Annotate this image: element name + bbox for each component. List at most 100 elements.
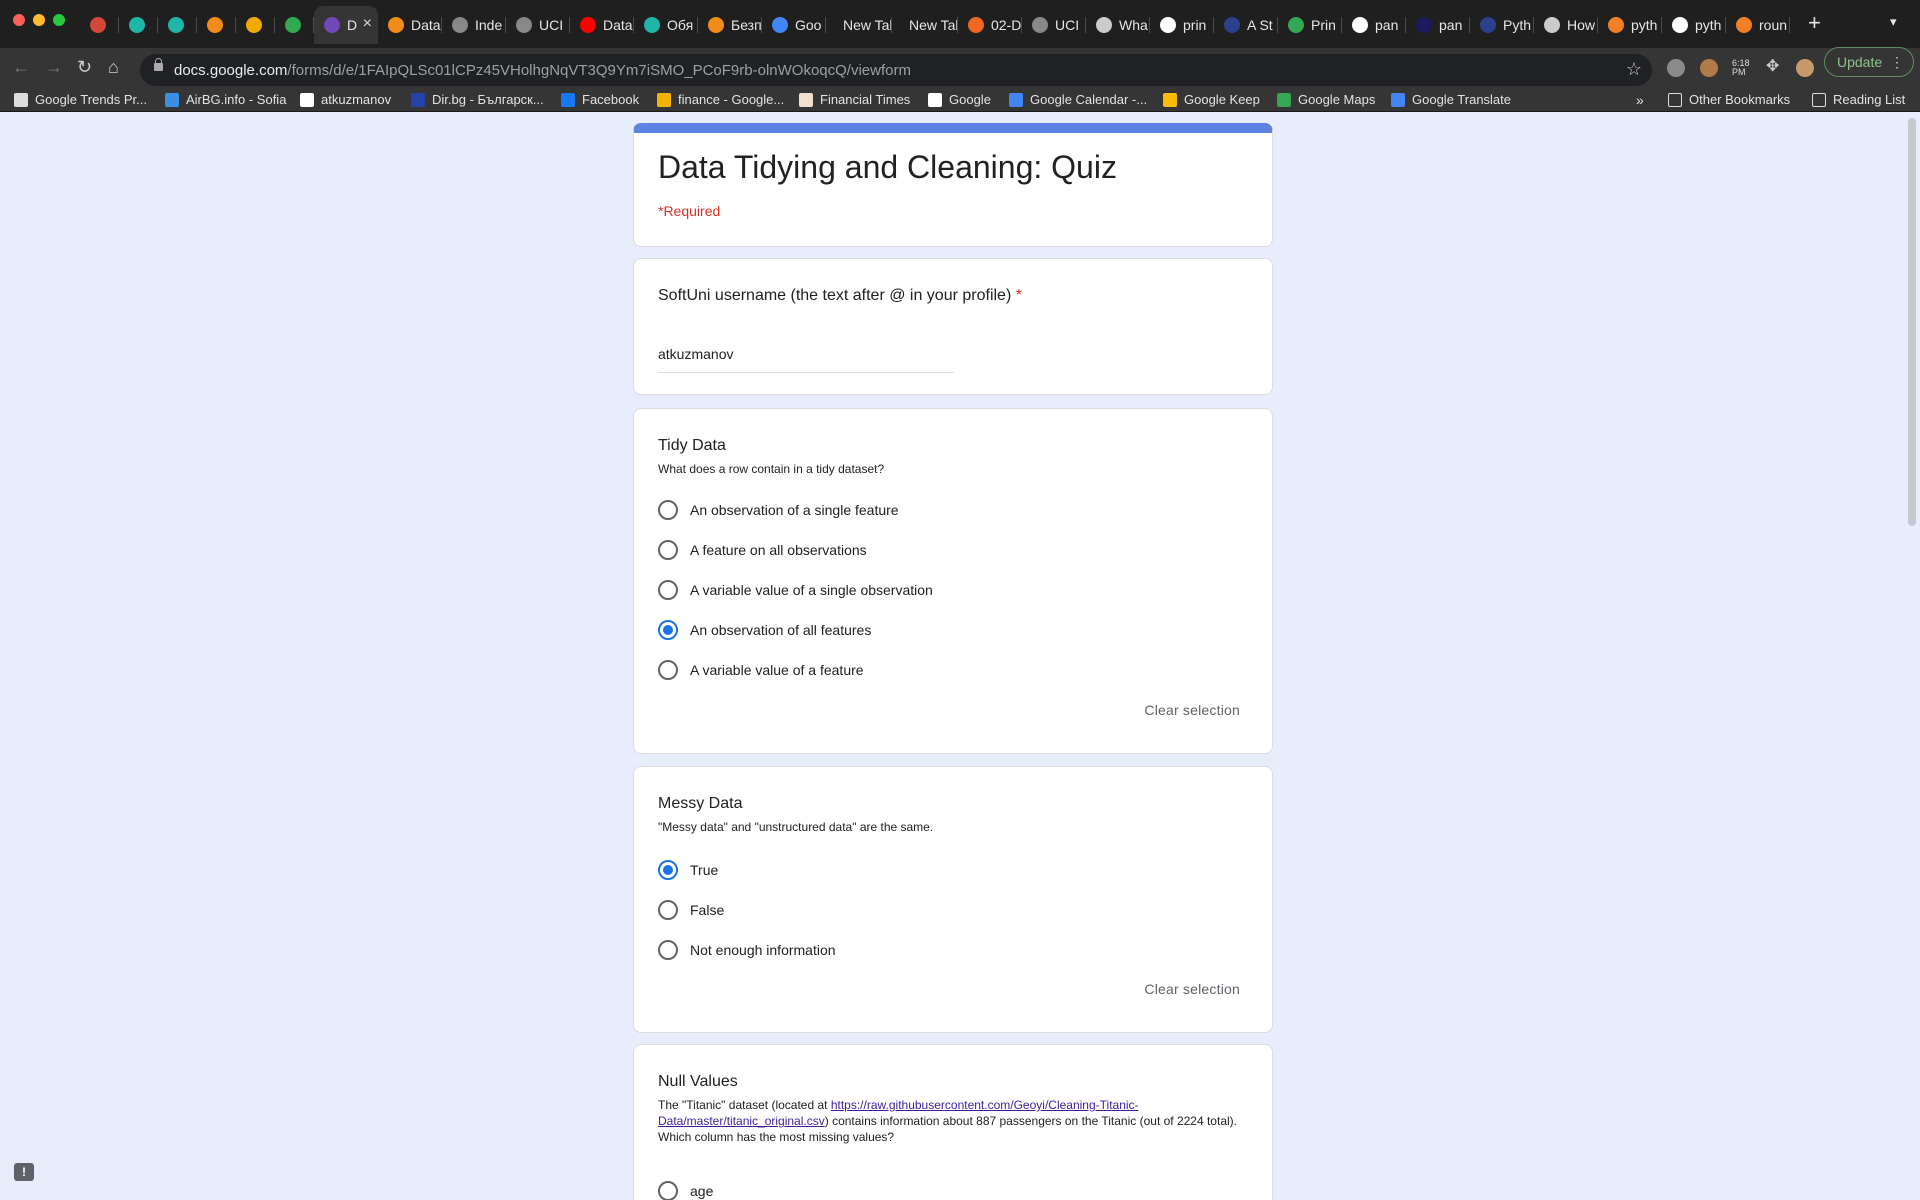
bookmark-label: Facebook	[582, 92, 640, 107]
url-text[interactable]: docs.google.com/forms/d/e/1FAIpQLSc01lCP…	[174, 62, 911, 79]
close-tab-icon[interactable]: ×	[363, 15, 372, 33]
clock-extension-icon[interactable]: 6:18 PM	[1732, 59, 1750, 77]
browser-tab[interactable]: 02-D	[958, 6, 1022, 44]
browser-tab[interactable]: How	[1534, 6, 1598, 44]
radio-option[interactable]: An observation of a single feature	[658, 499, 899, 521]
other-bookmarks-folder[interactable]: Other Bookmarks	[1668, 92, 1790, 107]
browser-tab[interactable]: A St	[1214, 6, 1278, 44]
bookmark-item[interactable]: Google Calendar -...	[1009, 92, 1147, 107]
radio-button[interactable]	[658, 1181, 678, 1200]
lock-icon	[154, 58, 163, 71]
radio-option[interactable]: A variable value of a single observation	[658, 579, 933, 601]
forward-arrow-icon[interactable]: →	[45, 57, 63, 77]
radio-button[interactable]	[658, 580, 678, 600]
bookmark-item[interactable]: Facebook	[561, 92, 639, 107]
clear-selection-button[interactable]: Clear selection	[1144, 702, 1240, 718]
browser-tab[interactable]: Обя	[634, 6, 698, 44]
bookmark-label: Dir.bg - Българск...	[432, 92, 544, 107]
radio-button[interactable]	[658, 540, 678, 560]
scrollbar-thumb[interactable]	[1908, 118, 1916, 526]
browser-tab[interactable]: Inde	[442, 6, 506, 44]
close-window-button[interactable]	[13, 14, 25, 26]
bookmark-item[interactable]: AirBG.info - Sofia	[165, 92, 286, 107]
bookmark-item[interactable]: Financial Times	[799, 92, 910, 107]
folder-icon	[1668, 92, 1682, 107]
browser-tab[interactable]: pan	[1342, 6, 1406, 44]
browser-tab[interactable]: D ×	[314, 6, 378, 44]
username-input[interactable]: atkuzmanov	[658, 343, 954, 373]
plus-icon[interactable]: +	[1808, 12, 1821, 34]
home-icon[interactable]: ⌂	[108, 57, 119, 77]
update-button[interactable]: Update ⋮	[1824, 47, 1914, 77]
browser-tab[interactable]: Data	[570, 6, 634, 44]
bookmark-item[interactable]: Google Translate	[1391, 92, 1511, 107]
browser-tab[interactable]: Prin	[1278, 6, 1342, 44]
browser-tab[interactable]: prin	[1150, 6, 1214, 44]
radio-option[interactable]: age	[658, 1180, 713, 1200]
bookmark-item[interactable]: Google Maps	[1277, 92, 1375, 107]
more-menu-icon[interactable]: ⋮	[1890, 48, 1904, 76]
form-page: Data Tidying and Cleaning: Quiz *Require…	[0, 113, 1906, 1200]
bookmark-star-icon[interactable]: ☆	[1626, 59, 1642, 80]
more-bookmarks-icon[interactable]: »	[1636, 92, 1644, 108]
browser-tab[interactable]: roun	[1726, 6, 1790, 44]
question-description: "Messy data" and "unstructured data" are…	[658, 820, 934, 834]
browser-tab[interactable]: pan	[1406, 6, 1470, 44]
radio-option[interactable]: An observation of all features	[658, 619, 871, 641]
radio-option[interactable]: A variable value of a feature	[658, 659, 864, 681]
bookmark-item[interactable]: Google Trends Pr...	[14, 92, 147, 107]
minimize-window-button[interactable]	[33, 14, 45, 26]
browser-tab[interactable]	[119, 6, 158, 44]
avatar[interactable]	[1796, 59, 1814, 77]
maximize-window-button[interactable]	[53, 14, 65, 26]
bookmark-favicon-icon	[1277, 92, 1291, 107]
clear-selection-button[interactable]: Clear selection	[1144, 981, 1240, 997]
browser-tab[interactable]	[275, 6, 314, 44]
puzzle-extensions-icon[interactable]: ✥	[1766, 56, 1784, 75]
tab-favicon-icon	[1160, 17, 1176, 33]
radio-button[interactable]	[658, 660, 678, 680]
cookie-extension-icon[interactable]	[1700, 59, 1718, 77]
browser-tab[interactable]: Pyth	[1470, 6, 1534, 44]
browser-tab[interactable]: pyth	[1662, 6, 1726, 44]
chevron-down-icon[interactable]: ▾	[1890, 14, 1897, 30]
tab-title: D	[347, 17, 358, 33]
back-arrow-icon[interactable]: ←	[12, 57, 30, 77]
browser-tab[interactable]: Безп	[698, 6, 762, 44]
question-description: The "Titanic" dataset (located at https:…	[658, 1098, 1237, 1144]
browser-tab[interactable]: Goo	[762, 6, 826, 44]
browser-tab[interactable]: Data	[378, 6, 442, 44]
reading-list-button[interactable]: Reading List	[1812, 92, 1905, 107]
bookmark-item[interactable]: Dir.bg - Българск...	[411, 92, 544, 107]
browser-tab[interactable]	[236, 6, 275, 44]
reload-icon[interactable]: ↻	[77, 57, 92, 77]
radio-option-label: Not enough information	[690, 942, 836, 958]
browser-tab[interactable]: UCI	[1022, 6, 1086, 44]
browser-tab[interactable]: New Tab	[826, 6, 892, 44]
feedback-icon[interactable]: !	[14, 1163, 34, 1181]
adblock-extension-icon[interactable]	[1667, 59, 1685, 77]
radio-button[interactable]	[658, 860, 678, 880]
radio-button[interactable]	[658, 500, 678, 520]
radio-button[interactable]	[658, 940, 678, 960]
bookmark-item[interactable]: atkuzmanov	[300, 92, 391, 107]
browser-tab[interactable]	[197, 6, 236, 44]
bookmark-item[interactable]: Google	[928, 92, 991, 107]
browser-tab[interactable]: Wha	[1086, 6, 1150, 44]
bookmark-item[interactable]: Google Keep	[1163, 92, 1260, 107]
radio-option[interactable]: Not enough information	[658, 939, 836, 961]
bookmark-label: Google	[949, 92, 991, 107]
browser-tab[interactable]: pyth	[1598, 6, 1662, 44]
bookmark-item[interactable]: finance - Google...	[657, 92, 784, 107]
browser-tab[interactable]: New Tab	[892, 6, 958, 44]
radio-option[interactable]: False	[658, 899, 724, 921]
radio-button[interactable]	[658, 900, 678, 920]
radio-option[interactable]: A feature on all observations	[658, 539, 867, 561]
address-bar[interactable]: docs.google.com/forms/d/e/1FAIpQLSc01lCP…	[140, 54, 1652, 86]
radio-button[interactable]	[658, 620, 678, 640]
browser-tab[interactable]: UCI	[506, 6, 570, 44]
tab-favicon-icon	[388, 17, 404, 33]
browser-tab[interactable]	[158, 6, 197, 44]
browser-tab[interactable]	[80, 6, 119, 44]
radio-option[interactable]: True	[658, 859, 718, 881]
